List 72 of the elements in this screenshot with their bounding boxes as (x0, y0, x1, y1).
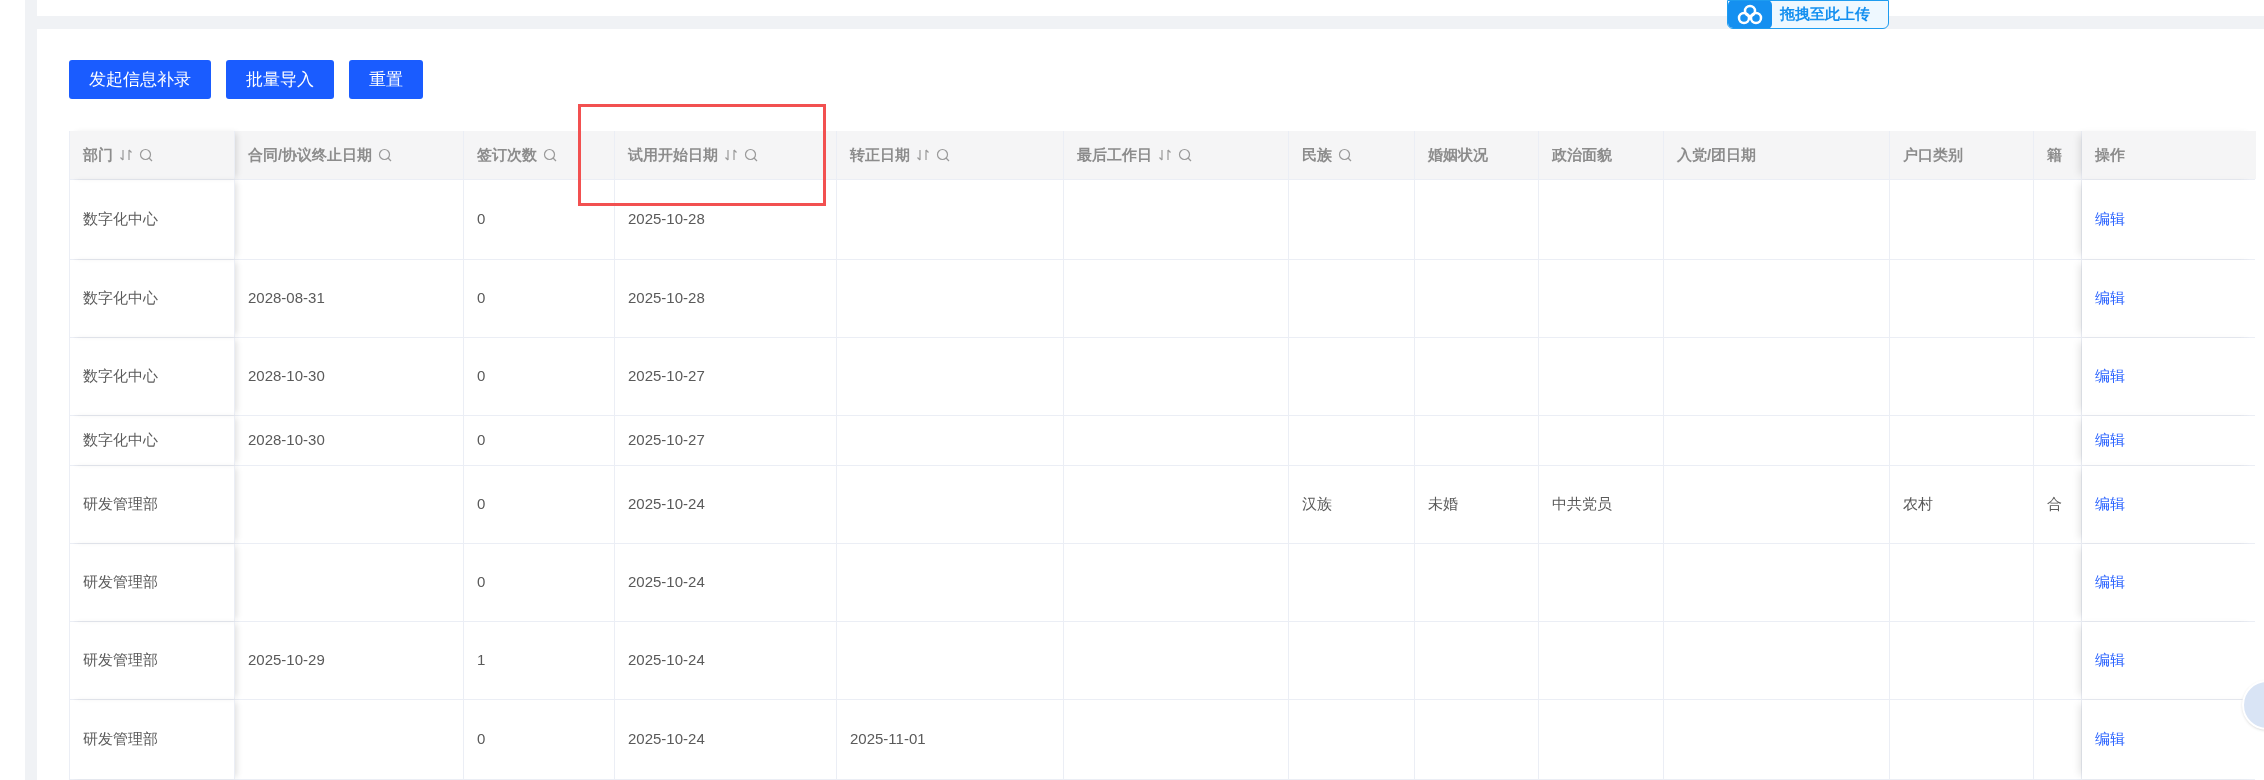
column-header: 政治面貌 (1552, 144, 1612, 165)
search-icon[interactable] (139, 148, 153, 162)
table-cell-text: 2028-10-30 (248, 366, 325, 387)
table-cell-text: 2025-11-01 (850, 729, 926, 750)
table-cell-text: 中共党员 (1552, 494, 1612, 515)
table-cell-text: 0 (477, 366, 486, 387)
column-header: 部门 (83, 144, 113, 165)
column-header: 籍 (2047, 144, 2062, 165)
column-header: 民族 (1302, 144, 1332, 165)
table-cell-text: 0 (477, 209, 486, 230)
table-cell-text: 数字化中心 (83, 209, 158, 230)
table-cell-text: 2025-10-24 (628, 494, 705, 515)
edit-link[interactable]: 编辑 (2095, 365, 2125, 388)
edit-link[interactable]: 编辑 (2095, 493, 2125, 516)
column-header: 户口类别 (1903, 144, 1963, 165)
search-icon[interactable] (936, 148, 950, 162)
cloud-icon (1728, 1, 1772, 28)
sort-icon[interactable] (724, 148, 738, 162)
sort-icon[interactable] (119, 148, 133, 162)
search-icon[interactable] (1178, 148, 1192, 162)
table-cell-text: 研发管理部 (83, 572, 158, 593)
column-header: 签订次数 (477, 144, 537, 165)
table-cell-text: 2028-08-31 (248, 288, 325, 309)
table-cell-text: 2025-10-27 (628, 430, 705, 451)
upload-hint: 拖拽至此上传 (1780, 4, 1870, 25)
table-cell-text: 研发管理部 (83, 650, 158, 671)
table-cell-text: 1 (477, 650, 486, 671)
toolbar-button[interactable]: 批量导入 (226, 60, 334, 99)
table-cell-text: 未婚 (1428, 494, 1458, 515)
column-header: 操作 (2095, 144, 2125, 165)
table-cell-text: 0 (477, 494, 486, 515)
column-header: 最后工作日 (1077, 144, 1152, 165)
search-icon[interactable] (1338, 148, 1352, 162)
sort-icon[interactable] (1158, 148, 1172, 162)
table-cell-text: 2028-10-30 (248, 430, 325, 451)
table-cell-text: 数字化中心 (83, 366, 158, 387)
search-icon[interactable] (378, 148, 393, 162)
column-header: 婚姻状况 (1428, 144, 1488, 165)
sort-icon[interactable] (916, 148, 930, 162)
edit-link[interactable]: 编辑 (2095, 649, 2125, 672)
column-header: 转正日期 (850, 144, 910, 165)
edit-link[interactable]: 编辑 (2095, 728, 2125, 751)
table-cell-text: 数字化中心 (83, 430, 158, 451)
table-cell-text: 0 (477, 288, 486, 309)
table-cell-text: 汉族 (1302, 494, 1332, 515)
column-header: 合同/协议终止日期 (248, 144, 373, 165)
table-cell-text: 0 (477, 572, 486, 593)
search-icon[interactable] (744, 148, 758, 162)
table-cell-text: 2025-10-24 (628, 572, 705, 593)
table-cell-text: 2025-10-28 (628, 288, 705, 309)
table-cell-text: 2025-10-24 (628, 650, 705, 671)
edit-link[interactable]: 编辑 (2095, 208, 2125, 231)
toolbar-button[interactable]: 重置 (349, 60, 423, 99)
table-cell-text: 0 (477, 430, 486, 451)
search-icon[interactable] (543, 148, 557, 162)
edit-link[interactable]: 编辑 (2095, 571, 2125, 594)
column-header: 入党/团日期 (1677, 144, 1757, 165)
table-cell-text: 2025-10-24 (628, 729, 705, 750)
table-cell-text: 2025-10-29 (248, 650, 325, 671)
toolbar-button[interactable]: 发起信息补录 (69, 60, 211, 99)
table-cell-text: 合 (2047, 494, 2062, 515)
table-cell-text: 研发管理部 (83, 729, 158, 750)
edit-link[interactable]: 编辑 (2095, 287, 2125, 310)
table-cell-text: 2025-10-28 (628, 209, 705, 230)
column-header: 试用开始日期 (628, 144, 718, 165)
table-cell-text: 研发管理部 (83, 494, 158, 515)
edit-link[interactable]: 编辑 (2095, 429, 2125, 452)
table-cell-text: 0 (477, 729, 486, 750)
table-cell-text: 农村 (1903, 494, 1933, 515)
upload-drop-zone[interactable]: 拖拽至此上传 (1727, 0, 1889, 29)
table-cell-text: 数字化中心 (83, 288, 158, 309)
table-cell-text: 2025-10-27 (628, 366, 705, 387)
